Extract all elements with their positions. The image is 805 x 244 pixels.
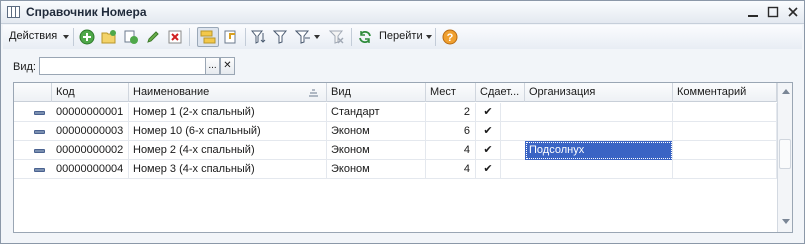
cell-type: Стандарт bbox=[327, 103, 426, 122]
cell-seats: 2 bbox=[426, 103, 476, 122]
col-header-name[interactable]: Наименование bbox=[129, 83, 327, 102]
cell-type: Эконом bbox=[327, 122, 426, 141]
filter-settings-icon[interactable] bbox=[250, 29, 267, 45]
col-header-name-label: Наименование bbox=[133, 86, 210, 98]
filter-history-icon[interactable] bbox=[294, 29, 311, 45]
element-icon bbox=[34, 149, 45, 153]
edit-icon[interactable] bbox=[145, 29, 161, 45]
cell-rents-check: ✔ bbox=[476, 103, 501, 122]
toolbar-separator bbox=[73, 28, 74, 46]
col-header-code[interactable]: Код bbox=[52, 83, 129, 102]
table-row[interactable]: 00000000003 Номер 10 (6-х спальный) Экон… bbox=[14, 122, 777, 141]
cell-rents-check: ✔ bbox=[476, 122, 501, 141]
toolbar: Действия Перейти ? bbox=[3, 25, 802, 49]
parent-level-icon[interactable] bbox=[223, 29, 239, 45]
col-header-rents[interactable]: Сдает... bbox=[476, 83, 525, 102]
toolbar-separator bbox=[435, 28, 436, 46]
rooms-table[interactable]: Код Наименование Вид Мест Сдает... Орган… bbox=[13, 82, 793, 233]
hierarchy-view-icon[interactable] bbox=[197, 27, 219, 47]
vertical-scrollbar[interactable] bbox=[777, 83, 792, 232]
close-icon[interactable] bbox=[785, 4, 801, 20]
sort-ascending-icon bbox=[309, 89, 318, 97]
cell-type: Эконом bbox=[327, 141, 426, 160]
delete-icon[interactable] bbox=[167, 29, 183, 45]
cell-name: Номер 3 (4-х спальный) bbox=[129, 160, 327, 179]
element-icon bbox=[34, 111, 45, 115]
element-icon bbox=[34, 130, 45, 134]
col-header-comment[interactable]: Комментарий bbox=[673, 83, 777, 102]
cell-code: 00000000002 bbox=[52, 141, 129, 160]
clear-filter-button[interactable]: ✕ bbox=[220, 57, 235, 75]
goto-menu[interactable]: Перейти bbox=[379, 30, 423, 42]
scroll-thumb[interactable] bbox=[779, 139, 791, 169]
select-button[interactable]: ... bbox=[205, 57, 220, 75]
cell-name: Номер 1 (2-х спальный) bbox=[129, 103, 327, 122]
cell-rents-check: ✔ bbox=[476, 141, 501, 160]
add-group-icon[interactable] bbox=[101, 29, 117, 45]
cell-type: Эконом bbox=[327, 160, 426, 179]
cell-seats: 4 bbox=[426, 141, 476, 160]
toolbar-separator bbox=[189, 28, 190, 46]
table-header: Код Наименование Вид Мест Сдает... Орган… bbox=[14, 83, 777, 102]
toolbar-separator bbox=[351, 28, 352, 46]
cell-comment bbox=[673, 141, 777, 160]
help-icon[interactable]: ? bbox=[442, 29, 458, 45]
cell-comment bbox=[673, 160, 777, 179]
maximize-icon[interactable] bbox=[765, 4, 781, 20]
filter-history-dropdown-icon[interactable] bbox=[314, 35, 320, 39]
col-header-type[interactable]: Вид bbox=[327, 83, 426, 102]
col-header-seats[interactable]: Мест bbox=[426, 83, 476, 102]
window-title: Справочник Номера bbox=[26, 5, 147, 19]
cell-organization-selected[interactable]: Подсолнух bbox=[525, 141, 673, 160]
remove-filter-icon[interactable] bbox=[328, 29, 345, 45]
refresh-icon[interactable] bbox=[357, 29, 373, 45]
filter-by-value-icon[interactable] bbox=[272, 29, 289, 45]
element-icon bbox=[34, 168, 45, 172]
cell-code: 00000000003 bbox=[52, 122, 129, 141]
table-row[interactable]: 00000000001 Номер 1 (2-х спальный) Станд… bbox=[14, 103, 777, 122]
cell-code: 00000000004 bbox=[52, 160, 129, 179]
cell-name: Номер 2 (4-х спальный) bbox=[129, 141, 327, 160]
cell-organization bbox=[525, 122, 673, 141]
cell-rents-check: ✔ bbox=[476, 160, 501, 179]
toolbar-separator bbox=[245, 28, 246, 46]
type-filter-label: Вид: bbox=[13, 61, 36, 73]
cell-seats: 4 bbox=[426, 160, 476, 179]
cell-code: 00000000001 bbox=[52, 103, 129, 122]
cell-organization bbox=[525, 160, 673, 179]
catalog-window: Справочник Номера Действия Перейти ? Вид… bbox=[0, 0, 805, 244]
cell-comment bbox=[673, 103, 777, 122]
title-bar: Справочник Номера bbox=[1, 1, 804, 24]
cell-name: Номер 10 (6-х спальный) bbox=[129, 122, 327, 141]
col-header-organization[interactable]: Организация bbox=[525, 83, 673, 102]
cell-seats: 6 bbox=[426, 122, 476, 141]
cell-comment bbox=[673, 122, 777, 141]
minimize-icon[interactable] bbox=[745, 4, 761, 20]
actions-menu[interactable]: Действия bbox=[9, 30, 57, 42]
copy-icon[interactable] bbox=[123, 29, 139, 45]
table-icon bbox=[7, 6, 20, 18]
scroll-up-icon[interactable] bbox=[782, 89, 790, 94]
svg-text:?: ? bbox=[447, 32, 454, 44]
table-row[interactable]: 00000000002 Номер 2 (4-х спальный) Эконо… bbox=[14, 141, 777, 160]
add-icon[interactable] bbox=[79, 29, 95, 45]
type-filter-input[interactable] bbox=[39, 57, 207, 75]
actions-dropdown-icon[interactable] bbox=[63, 35, 69, 39]
table-row[interactable]: 00000000004 Номер 3 (4-х спальный) Эконо… bbox=[14, 160, 777, 179]
goto-dropdown-icon[interactable] bbox=[426, 35, 432, 39]
col-icon-header[interactable] bbox=[14, 83, 52, 102]
scroll-down-icon[interactable] bbox=[782, 219, 790, 224]
cell-organization bbox=[525, 103, 673, 122]
